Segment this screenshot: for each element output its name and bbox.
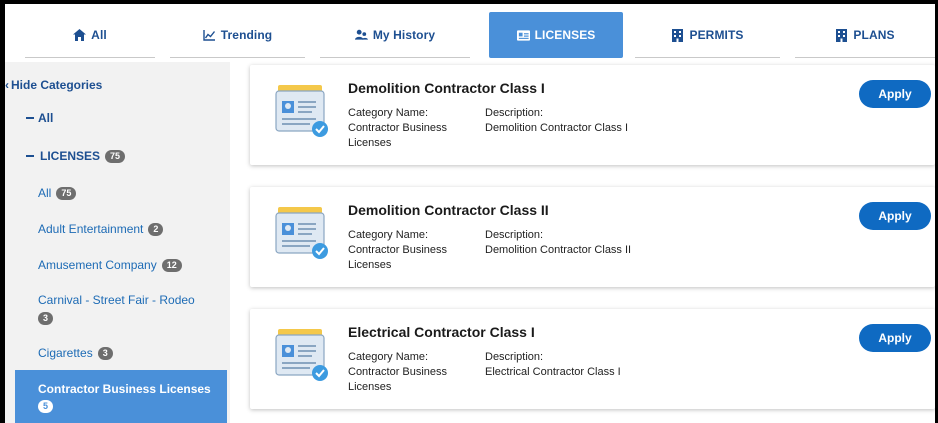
hide-categories-link[interactable]: ‹ Hide Categories bbox=[5, 78, 102, 92]
card-title: Demolition Contractor Class I bbox=[348, 80, 545, 96]
count-badge: 2 bbox=[148, 222, 164, 236]
category-name-value-cont: Licenses bbox=[348, 259, 392, 271]
tab-label: PERMITS bbox=[689, 28, 744, 42]
category-name-label: Category Name: bbox=[348, 351, 429, 363]
hide-categories-label: Hide Categories bbox=[11, 78, 103, 92]
category-name-value: Contractor Business bbox=[348, 122, 448, 134]
count-badge: 3 bbox=[38, 312, 54, 325]
sidebar-root-all-label: All bbox=[38, 111, 54, 125]
category-name-label: Category Name: bbox=[348, 229, 429, 241]
sidebar-item-cigarettes[interactable]: Cigarettes 3 bbox=[38, 346, 113, 360]
sidebar-item-label: Contractor Business Licenses bbox=[38, 382, 211, 396]
tab-label: LICENSES bbox=[534, 28, 596, 42]
description-value: Demolition Contractor Class II bbox=[485, 244, 632, 256]
minus-icon bbox=[26, 117, 34, 119]
sidebar-group-licenses[interactable]: LICENSES 75 bbox=[26, 149, 126, 163]
tab-plans[interactable]: PLANS bbox=[795, 12, 935, 58]
line-chart-icon bbox=[203, 29, 216, 42]
tab-trending[interactable]: Trending bbox=[170, 12, 305, 58]
description-label: Description: bbox=[485, 351, 544, 363]
category-name-value-cont: Licenses bbox=[348, 137, 392, 149]
tab-label: Trending bbox=[220, 28, 273, 42]
category-name-value: Contractor Business bbox=[348, 244, 448, 256]
category-name-value: Contractor Business bbox=[348, 366, 448, 378]
description-value: Electrical Contractor Class I bbox=[485, 366, 621, 378]
apply-button[interactable]: Apply bbox=[859, 202, 931, 230]
sidebar-item-label: Carnival - Street Fair - Rodeo bbox=[38, 293, 195, 307]
sidebar-item-label: All bbox=[38, 186, 52, 200]
license-document-icon bbox=[270, 79, 332, 141]
tab-permits[interactable]: PERMITS bbox=[635, 12, 780, 58]
license-document-icon bbox=[270, 323, 332, 385]
building-icon bbox=[671, 28, 684, 42]
sidebar-item-label: Adult Entertainment bbox=[38, 222, 144, 236]
sidebar-item-amusement-company[interactable]: Amusement Company 12 bbox=[38, 258, 182, 272]
count-badge: 5 bbox=[38, 400, 54, 413]
count-badge: 3 bbox=[97, 346, 113, 360]
sidebar-item-adult-entertainment[interactable]: Adult Entertainment 2 bbox=[38, 222, 164, 236]
users-icon bbox=[354, 29, 368, 42]
license-document-icon bbox=[270, 201, 332, 263]
sidebar-item-label: Cigarettes bbox=[38, 346, 93, 360]
apply-button[interactable]: Apply bbox=[859, 80, 931, 108]
tab-licenses[interactable]: LICENSES bbox=[489, 12, 623, 58]
card-title: Electrical Contractor Class I bbox=[348, 324, 535, 340]
minus-icon bbox=[26, 155, 34, 157]
tab-my-history[interactable]: My History bbox=[320, 12, 470, 58]
category-tab-bar: All Trending My History LICENSES PERMITS… bbox=[5, 4, 935, 60]
count-badge: 12 bbox=[161, 258, 182, 272]
description-label: Description: bbox=[485, 107, 544, 119]
apply-button[interactable]: Apply bbox=[859, 324, 931, 352]
sidebar-item-label: Amusement Company bbox=[38, 258, 157, 272]
tab-label: All bbox=[91, 28, 107, 42]
count-badge: 75 bbox=[105, 149, 126, 163]
card-title: Demolition Contractor Class II bbox=[348, 202, 549, 218]
license-card[interactable]: Demolition Contractor Class I Category N… bbox=[250, 65, 935, 165]
sidebar-item-carnival[interactable]: Carnival - Street Fair - Rodeo 3 bbox=[38, 293, 195, 325]
home-icon bbox=[73, 29, 87, 42]
count-badge: 75 bbox=[56, 186, 77, 200]
license-card[interactable]: Electrical Contractor Class I Category N… bbox=[250, 309, 935, 409]
tab-label: PLANS bbox=[853, 28, 895, 42]
description-label: Description: bbox=[485, 229, 544, 241]
tab-label: My History bbox=[372, 28, 436, 42]
tab-all[interactable]: All bbox=[25, 12, 155, 58]
category-name-label: Category Name: bbox=[348, 107, 429, 119]
id-card-icon bbox=[516, 29, 530, 42]
sidebar-item-all[interactable]: All 75 bbox=[38, 186, 77, 200]
sidebar-group-licenses-label: LICENSES bbox=[40, 149, 101, 163]
description-value: Demolition Contractor Class I bbox=[485, 122, 629, 134]
sidebar-root-all[interactable]: All bbox=[26, 111, 53, 125]
building-icon bbox=[835, 28, 848, 42]
license-card[interactable]: Demolition Contractor Class II Category … bbox=[250, 187, 935, 287]
sidebar-item-contractor-business-licenses[interactable]: Contractor Business Licenses 5 bbox=[38, 382, 211, 413]
category-name-value-cont: Licenses bbox=[348, 381, 392, 393]
